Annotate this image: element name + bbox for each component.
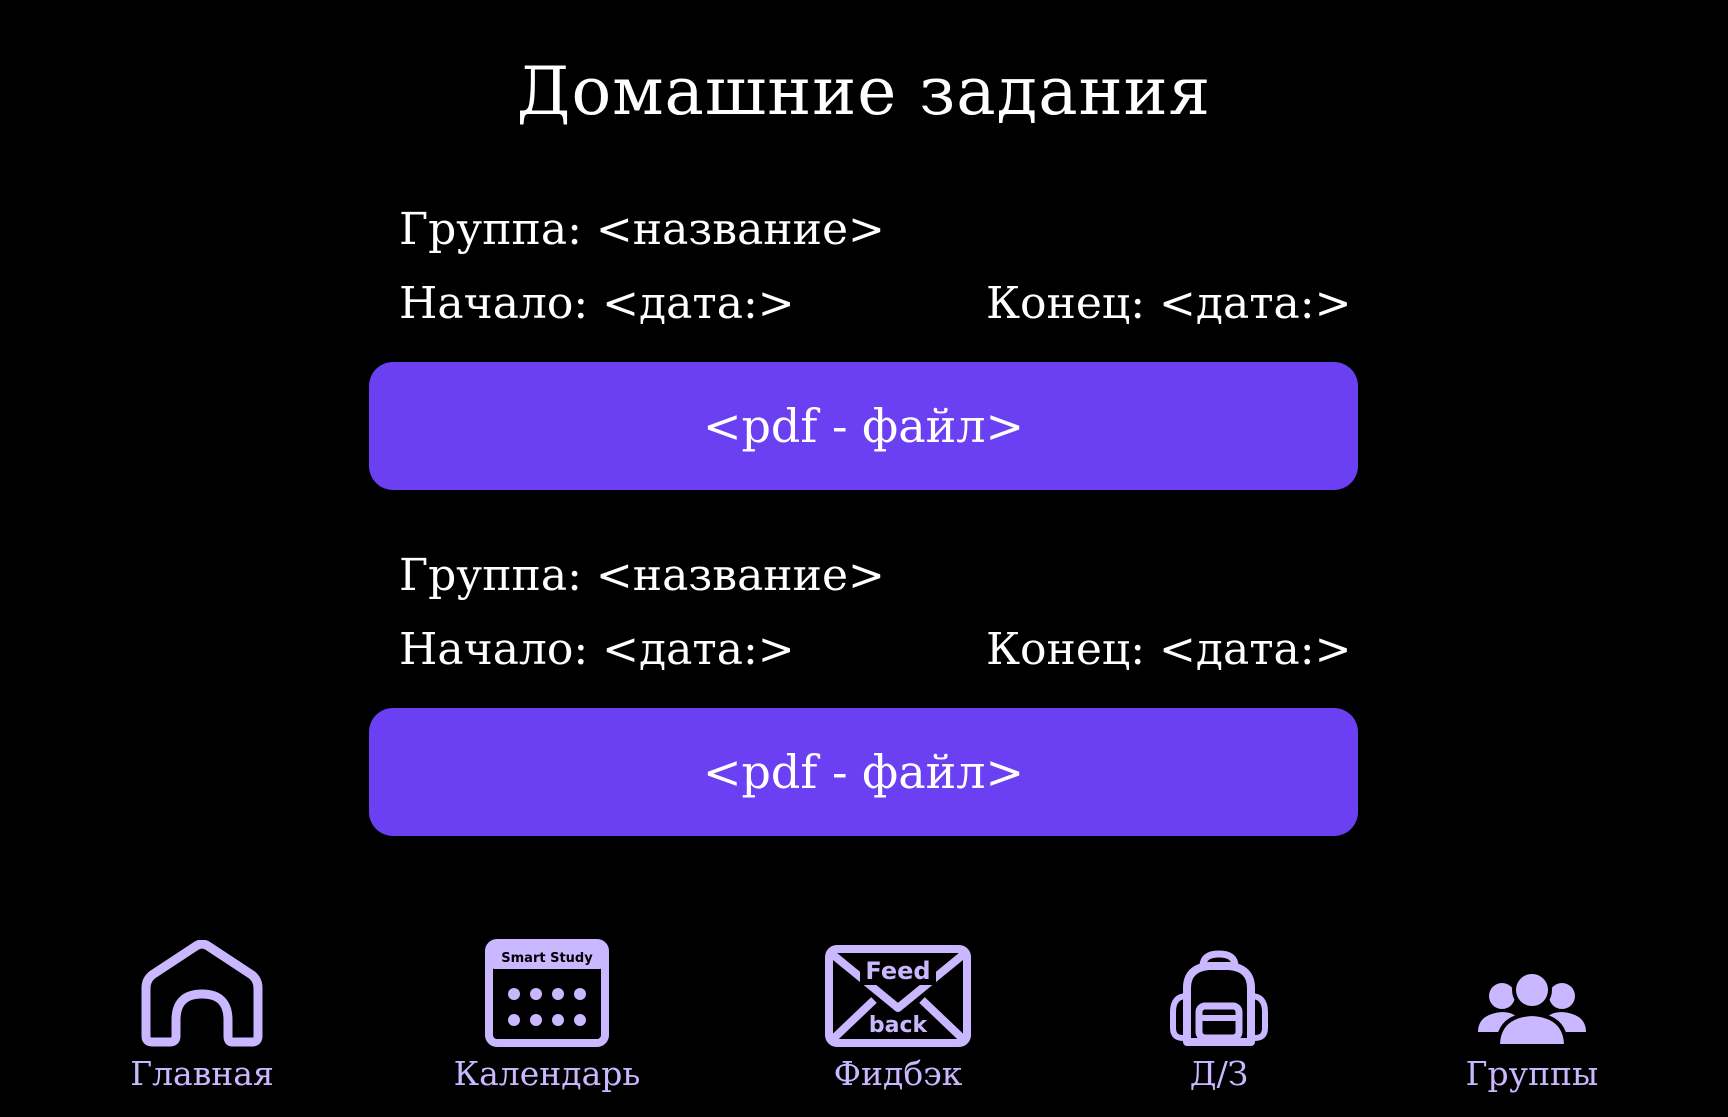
nav-label-groups: Группы [1465,1054,1599,1093]
bottom-navigation: Главная Smart Study Календарь Feed back … [0,930,1728,1110]
nav-label-homework: Д/З [1189,1054,1249,1093]
envelope-icon: Feed back [824,930,972,1048]
assignment-start-date: Начало: <дата:> [399,624,795,675]
nav-label-home: Главная [130,1054,274,1093]
home-icon [136,930,268,1048]
nav-item-feedback[interactable]: Feed back Фидбэк [788,930,1008,1093]
users-icon [1476,930,1588,1048]
assignment-group: Группа: <название> [399,550,885,601]
pdf-file-button[interactable]: <pdf - файл> [369,708,1358,836]
calendar-icon: Smart Study [484,930,610,1048]
assignment-end-date: Конец: <дата:> [986,278,1352,329]
nav-label-feedback: Фидбэк [833,1054,963,1093]
assignment-card: Группа: <название> Начало: <дата:> Конец… [369,536,1359,896]
assignment-group: Группа: <название> [399,204,885,255]
envelope-icon-text-top: Feed [865,957,930,985]
assignment-start-date: Начало: <дата:> [399,278,795,329]
page-title: Домашние задания [516,53,1212,130]
backpack-icon [1169,930,1269,1048]
envelope-icon-text-bottom: back [869,1013,929,1038]
nav-item-home[interactable]: Главная [92,930,312,1093]
pdf-file-button[interactable]: <pdf - файл> [369,362,1358,490]
nav-item-homework[interactable]: Д/З [1109,930,1329,1093]
nav-item-groups[interactable]: Группы [1422,930,1642,1093]
nav-label-calendar: Календарь [453,1054,641,1093]
calendar-icon-text: Smart Study [501,951,593,966]
nav-item-calendar[interactable]: Smart Study Календарь [437,930,657,1093]
assignment-end-date: Конец: <дата:> [986,624,1352,675]
assignment-card: Группа: <название> Начало: <дата:> Конец… [369,190,1359,550]
